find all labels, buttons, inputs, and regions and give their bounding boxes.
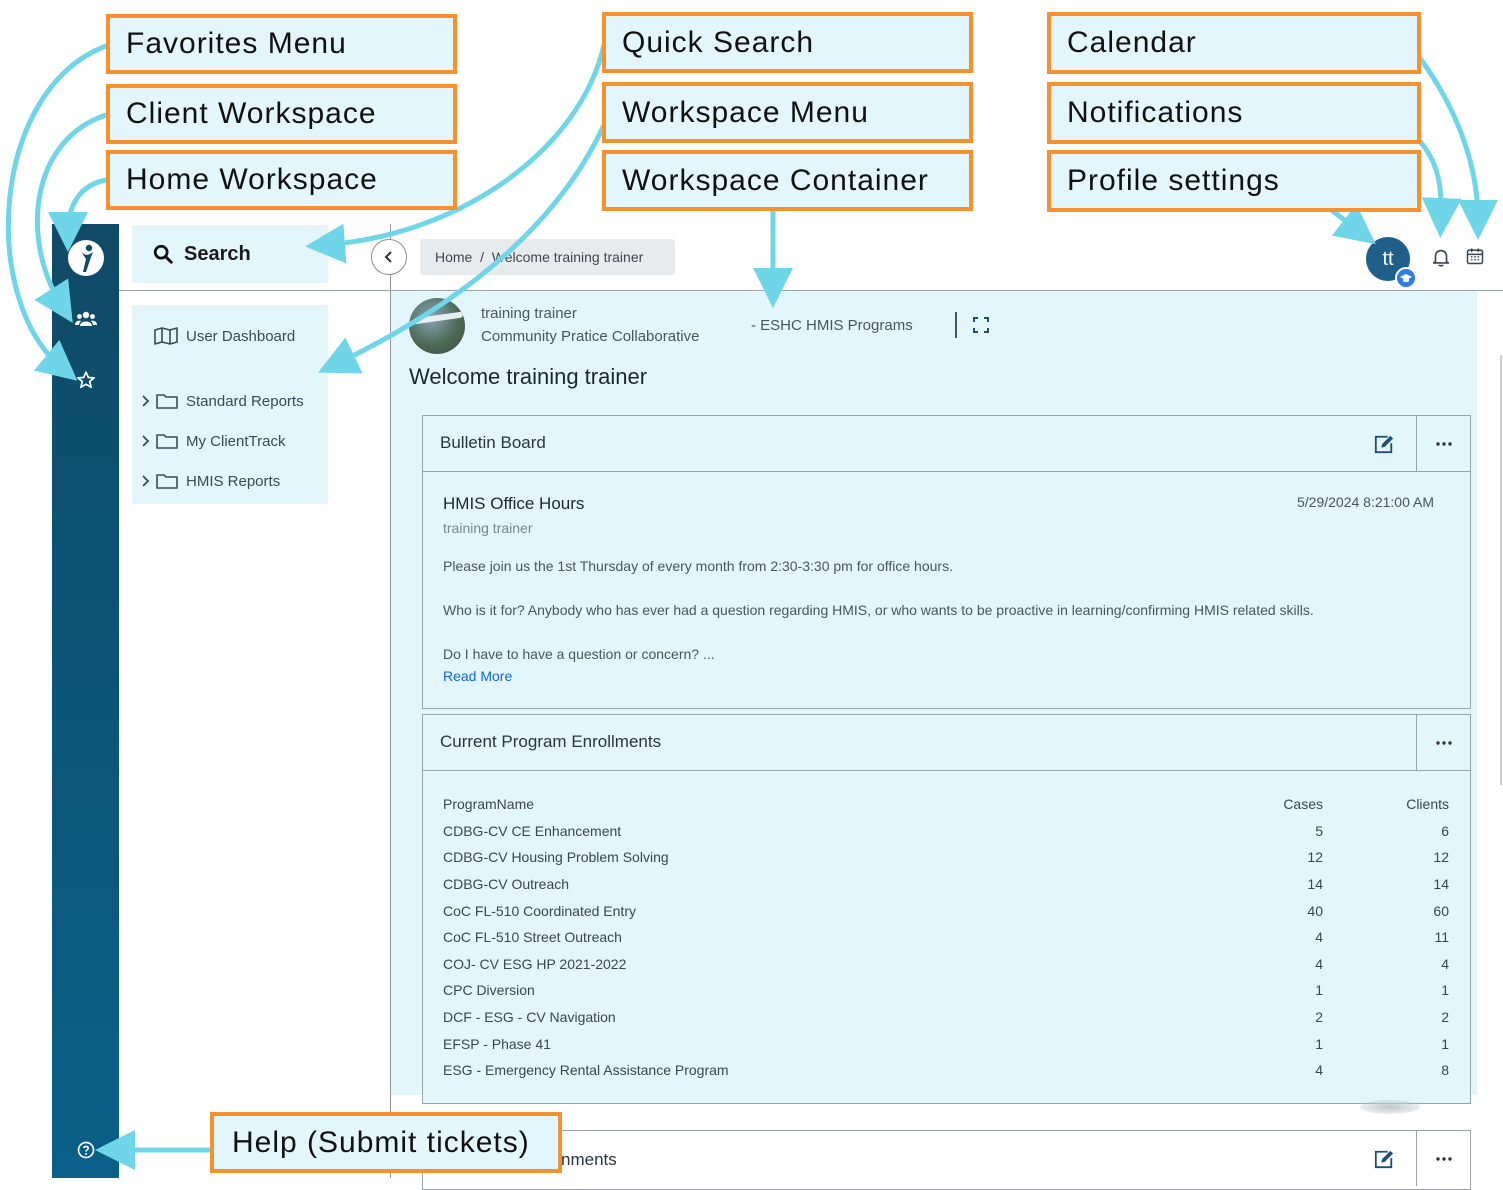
callout-label: Favorites Menu xyxy=(126,27,347,60)
callout-calendar: Calendar xyxy=(1047,12,1421,74)
callout-label: Client Workspace xyxy=(126,97,377,130)
callout-label: Calendar xyxy=(1067,26,1197,59)
callout-label: Home Workspace xyxy=(126,163,378,196)
callout-client-workspace: Client Workspace xyxy=(106,84,457,144)
callout-label: Help (Submit tickets) xyxy=(232,1125,530,1159)
callout-notifications: Notifications xyxy=(1047,82,1421,144)
callout-quick-search: Quick Search xyxy=(602,12,973,73)
callout-label: Notifications xyxy=(1067,96,1244,129)
callout-label: Quick Search xyxy=(622,25,815,59)
callout-help: Help (Submit tickets) xyxy=(210,1112,562,1173)
callout-profile-settings: Profile settings xyxy=(1047,150,1421,212)
arrow-calendar xyxy=(1411,47,1498,240)
callout-label: Workspace Container xyxy=(622,163,929,197)
callout-home-workspace: Home Workspace xyxy=(106,150,457,210)
callout-label: Workspace Menu xyxy=(622,95,869,129)
arrow-quick-search xyxy=(305,42,607,264)
arrow-favorites xyxy=(5,43,109,381)
callout-label: Profile settings xyxy=(1067,164,1280,197)
arrow-home xyxy=(48,177,109,252)
callout-workspace-menu: Workspace Menu xyxy=(602,82,973,143)
callout-favorites-menu: Favorites Menu xyxy=(106,14,457,74)
callout-workspace-container: Workspace Container xyxy=(602,150,973,211)
